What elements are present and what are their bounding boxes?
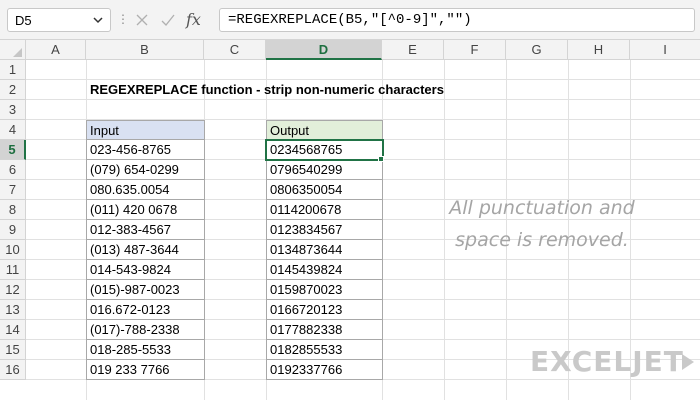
output-cell[interactable]: 0134873644 bbox=[266, 240, 383, 260]
close-icon[interactable] bbox=[134, 8, 150, 32]
output-cell[interactable]: 0177882338 bbox=[266, 320, 383, 340]
output-cell[interactable]: 0123834567 bbox=[266, 220, 383, 240]
column-header-f[interactable]: F bbox=[444, 40, 506, 60]
row-header-4[interactable]: 4 bbox=[0, 120, 26, 140]
input-cell[interactable]: 018-285-5533 bbox=[86, 340, 205, 360]
column-header-row: A B C D E F G H I bbox=[0, 40, 700, 60]
column-header-e[interactable]: E bbox=[382, 40, 444, 60]
row-header-3[interactable]: 3 bbox=[0, 100, 26, 120]
fill-handle[interactable] bbox=[378, 156, 384, 162]
select-all-button[interactable] bbox=[0, 40, 26, 60]
output-cell[interactable]: 0159870023 bbox=[266, 280, 383, 300]
check-icon[interactable] bbox=[160, 8, 176, 32]
output-header-cell[interactable]: Output bbox=[266, 120, 383, 140]
column-header-b[interactable]: B bbox=[86, 40, 204, 60]
input-cell[interactable]: (011) 420 0678 bbox=[86, 200, 205, 220]
spreadsheet-grid: A B C D E F G H I 1 2 3 4 5 6 7 8 9 10 11 12 13 14 15 1… bbox=[0, 40, 700, 400]
formula-text: =REGEXREPLACE(B5,"[^0-9]","") bbox=[228, 12, 472, 28]
logo-text: EXCELJET bbox=[530, 345, 684, 378]
input-cell[interactable]: 012-383-4567 bbox=[86, 220, 205, 240]
input-cell[interactable]: 016.672-0123 bbox=[86, 300, 205, 320]
input-cell[interactable]: 080.635.0054 bbox=[86, 180, 205, 200]
formula-bar: D5 ⋮ fx =REGEXREPLACE(B5,"[^0-9]","") bbox=[0, 0, 700, 40]
row-header-10[interactable]: 10 bbox=[0, 240, 26, 260]
formula-bar-buttons: fx bbox=[126, 8, 216, 32]
output-cell[interactable]: 0796540299 bbox=[266, 160, 383, 180]
chevron-down-icon[interactable] bbox=[92, 12, 104, 31]
output-cell[interactable]: 0192337766 bbox=[266, 360, 383, 380]
logo-mark-icon bbox=[682, 354, 694, 370]
row-header-8[interactable]: 8 bbox=[0, 200, 26, 220]
name-box[interactable]: D5 bbox=[7, 8, 111, 32]
column-header-i[interactable]: I bbox=[630, 40, 700, 60]
output-cell[interactable]: 0806350054 bbox=[266, 180, 383, 200]
input-cell[interactable]: (079) 654-0299 bbox=[86, 160, 205, 180]
sheet-title[interactable]: REGEXREPLACE function - strip non-numeri… bbox=[90, 80, 444, 100]
formula-input[interactable]: =REGEXREPLACE(B5,"[^0-9]","") bbox=[219, 8, 695, 32]
row-header-14[interactable]: 14 bbox=[0, 320, 26, 340]
row-header-15[interactable]: 15 bbox=[0, 340, 26, 360]
input-cell[interactable]: 019 233 7766 bbox=[86, 360, 205, 380]
insert-function-icon[interactable]: fx bbox=[186, 8, 201, 32]
input-cell[interactable]: 023-456-8765 bbox=[86, 140, 205, 160]
row-header-9[interactable]: 9 bbox=[0, 220, 26, 240]
row-header-6[interactable]: 6 bbox=[0, 160, 26, 180]
row-header-1[interactable]: 1 bbox=[0, 60, 26, 80]
column-header-g[interactable]: G bbox=[506, 40, 568, 60]
row-header-2[interactable]: 2 bbox=[0, 80, 26, 100]
output-cell[interactable]: 0182855533 bbox=[266, 340, 383, 360]
input-cell[interactable]: 014-543-9824 bbox=[86, 260, 205, 280]
row-header-16[interactable]: 16 bbox=[0, 360, 26, 380]
input-cell[interactable]: (017)-788-2338 bbox=[86, 320, 205, 340]
input-cell[interactable]: (015)-987-0023 bbox=[86, 280, 205, 300]
column-header-c[interactable]: C bbox=[204, 40, 266, 60]
output-cell[interactable]: 0145439824 bbox=[266, 260, 383, 280]
column-header-h[interactable]: H bbox=[568, 40, 630, 60]
column-header-a[interactable]: A bbox=[26, 40, 86, 60]
selected-output-cell[interactable]: 0234568765 bbox=[265, 139, 384, 161]
input-header-cell[interactable]: Input bbox=[86, 120, 205, 140]
note-line-2: space is removed. bbox=[455, 229, 629, 251]
row-header-13[interactable]: 13 bbox=[0, 300, 26, 320]
input-cell[interactable]: (013) 487-3644 bbox=[86, 240, 205, 260]
column-header-d[interactable]: D bbox=[266, 40, 382, 60]
row-header-11[interactable]: 11 bbox=[0, 260, 26, 280]
output-cell[interactable]: 0166720123 bbox=[266, 300, 383, 320]
row-header-7[interactable]: 7 bbox=[0, 180, 26, 200]
output-cell[interactable]: 0114200678 bbox=[266, 200, 383, 220]
note-line-1: All punctuation and bbox=[449, 197, 635, 219]
annotation-note: All punctuation and space is removed. bbox=[400, 192, 684, 256]
row-header-5[interactable]: 5 bbox=[0, 140, 26, 160]
name-box-value: D5 bbox=[15, 13, 32, 28]
row-header-12[interactable]: 12 bbox=[0, 280, 26, 300]
